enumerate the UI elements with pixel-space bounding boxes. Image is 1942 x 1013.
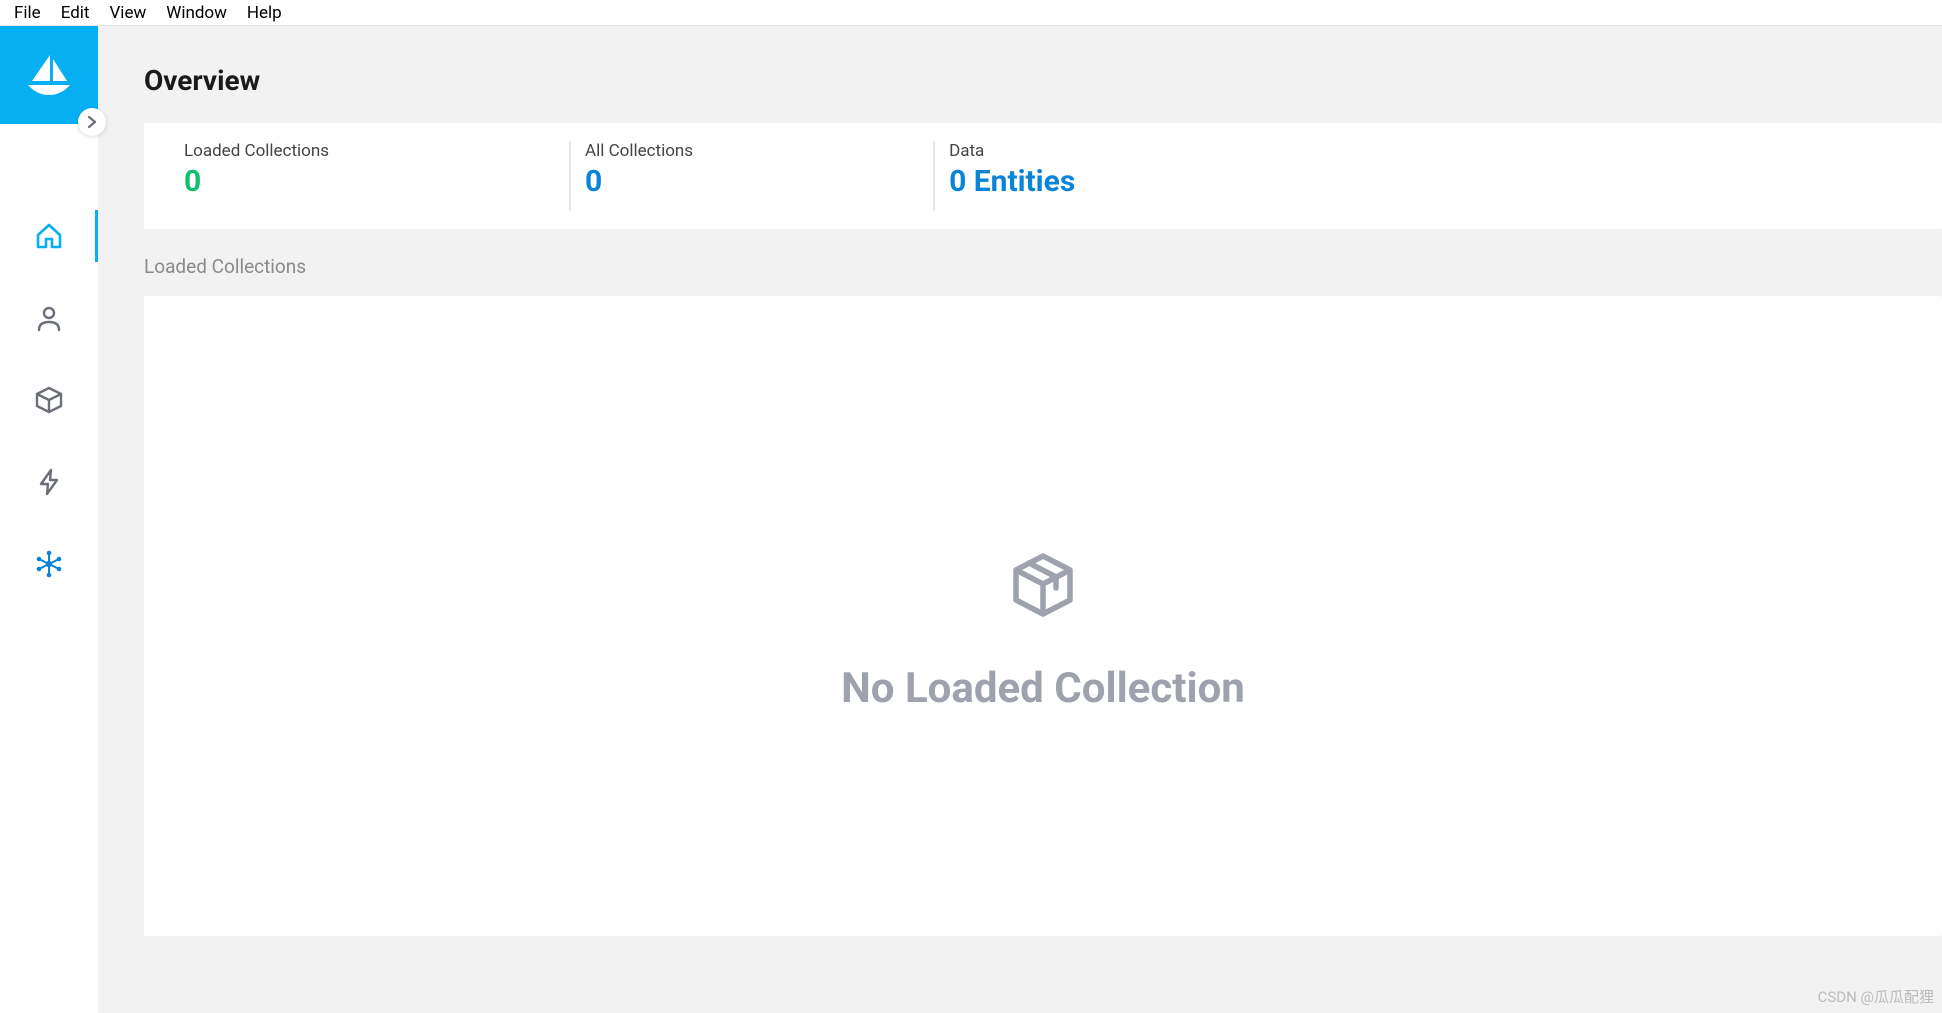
stat-data-value: 0 Entities	[949, 164, 1075, 199]
app-body: Overview Loaded Collections 0 All Collec…	[0, 26, 1942, 1013]
main-content: Overview Loaded Collections 0 All Collec…	[98, 26, 1942, 1013]
user-icon	[35, 304, 63, 332]
nav-item-collections[interactable]	[0, 380, 98, 420]
section-loaded-collections-label: Loaded Collections	[98, 229, 1942, 296]
stat-data[interactable]: Data 0 Entities	[933, 141, 1075, 211]
stat-all-label: All Collections	[585, 141, 693, 161]
stat-all-value: 0	[585, 164, 693, 199]
menu-file[interactable]: File	[4, 3, 51, 23]
empty-package-icon	[1008, 550, 1078, 624]
menu-edit[interactable]: Edit	[51, 3, 100, 23]
page-title: Overview	[98, 26, 1942, 123]
sailboat-icon	[25, 53, 73, 97]
nav-item-overview[interactable]	[0, 216, 98, 256]
lightning-icon	[35, 468, 63, 496]
stat-loaded-label: Loaded Collections	[184, 141, 329, 161]
expand-sidebar-button[interactable]	[78, 108, 106, 136]
package-icon	[34, 385, 64, 415]
sidebar	[0, 26, 98, 1013]
nav-item-system[interactable]	[0, 544, 98, 584]
menu-view[interactable]: View	[99, 3, 156, 23]
nav-items	[0, 216, 98, 584]
nav-item-search[interactable]	[0, 462, 98, 502]
stat-loaded-value: 0	[184, 164, 329, 199]
empty-state-message: No Loaded Collection	[841, 664, 1245, 713]
menu-bar: File Edit View Window Help	[0, 0, 1942, 26]
menu-help[interactable]: Help	[237, 3, 292, 23]
nav-item-users[interactable]	[0, 298, 98, 338]
stat-loaded-collections: Loaded Collections 0	[184, 141, 329, 211]
stat-all-collections[interactable]: All Collections 0	[569, 141, 693, 211]
watermark: CSDN @瓜瓜配狸	[1818, 986, 1934, 1007]
menu-window[interactable]: Window	[156, 3, 237, 23]
home-icon	[34, 221, 64, 251]
stat-data-label: Data	[949, 141, 1075, 161]
logo[interactable]	[0, 26, 98, 124]
loaded-collections-panel: No Loaded Collection	[144, 296, 1942, 936]
stats-card: Loaded Collections 0 All Collections 0 D…	[144, 123, 1942, 229]
chevron-right-icon	[85, 115, 99, 129]
network-icon	[34, 549, 64, 579]
